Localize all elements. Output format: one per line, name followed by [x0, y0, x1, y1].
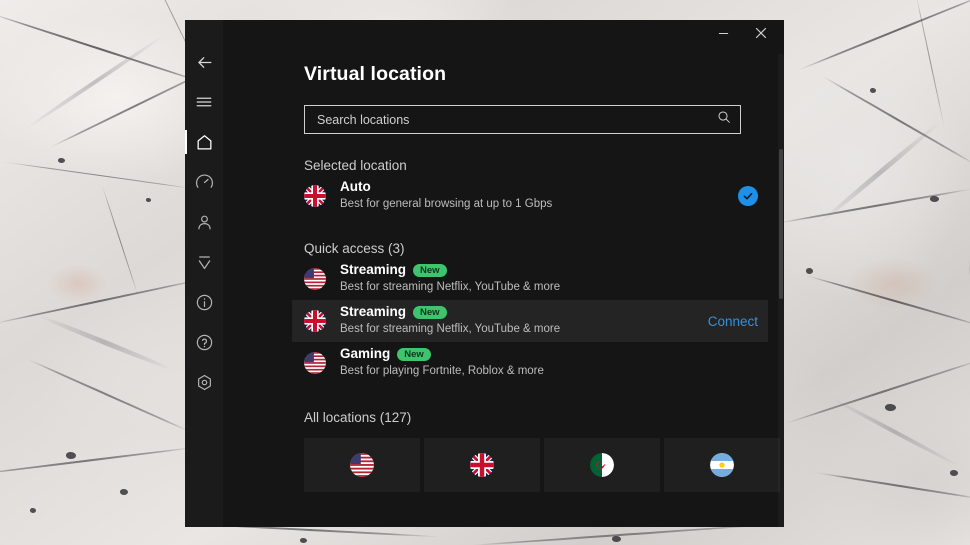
quick-access-subtitle-3: Best for playing Fortnite, Roblox & more — [340, 365, 544, 378]
search-locations-field[interactable] — [304, 105, 741, 134]
sidebar-item-account[interactable] — [185, 202, 223, 242]
quick-access-title-2: Streaming — [340, 304, 407, 320]
selected-location-subtitle: Best for general browsing at up to 1 Gbp… — [340, 198, 553, 211]
all-locations-label: All locations (127) — [304, 410, 412, 425]
page-title: Virtual location — [304, 63, 447, 85]
new-badge: New — [397, 348, 431, 362]
selected-location-title-line: Auto — [340, 179, 738, 196]
sidebar-item-collapse[interactable] — [185, 242, 223, 282]
argentina-flag-icon — [710, 453, 734, 477]
quick-access-title-line-1: Streaming New — [340, 262, 758, 279]
quick-access-subtitle-2: Best for streaming Netflix, YouTube & mo… — [340, 323, 561, 336]
quick-access-label: Quick access (3) — [304, 241, 405, 256]
us-flag-icon — [304, 352, 326, 374]
sidebar-item-home[interactable] — [185, 122, 223, 162]
sidebar-item-back[interactable] — [185, 42, 223, 82]
question-circle-icon — [195, 333, 214, 352]
hamburger-icon — [195, 93, 213, 111]
connect-button[interactable]: Connect — [700, 314, 758, 329]
quick-access-title-1: Streaming — [340, 262, 407, 278]
search-input[interactable] — [317, 112, 717, 127]
uk-flag-icon — [304, 310, 326, 332]
marble-speck — [950, 470, 958, 476]
scrollbar-thumb[interactable] — [779, 149, 783, 299]
uk-flag-icon — [470, 453, 494, 477]
home-icon — [195, 133, 214, 152]
quick-access-row-1[interactable]: Streaming New Best for streaming Netflix… — [292, 258, 768, 300]
marble-speck — [806, 268, 813, 274]
marble-speck — [930, 196, 939, 202]
marble-speck — [66, 452, 76, 459]
gear-hex-icon — [195, 373, 214, 392]
new-badge: New — [413, 264, 447, 278]
location-tile-argentina[interactable] — [664, 438, 780, 492]
location-tile-algeria[interactable] — [544, 438, 660, 492]
quick-access-title-line-3: Gaming New — [340, 346, 758, 363]
sidebar-item-speed[interactable] — [185, 162, 223, 202]
us-flag-icon — [304, 268, 326, 290]
selected-check-icon[interactable] — [738, 186, 758, 206]
back-arrow-icon — [195, 53, 214, 72]
content-area: Virtual location Selected location — [223, 20, 784, 527]
us-flag-icon — [350, 453, 374, 477]
marble-speck — [885, 404, 896, 411]
selected-location-title: Auto — [340, 179, 371, 195]
location-tile-uk[interactable] — [424, 438, 540, 492]
person-icon — [195, 213, 214, 232]
selected-location-row[interactable]: Auto Best for general browsing at up to … — [292, 175, 768, 217]
main-pane: Virtual location Selected location — [223, 20, 784, 527]
quick-access-text-3: Gaming New Best for playing Fortnite, Ro… — [340, 346, 758, 379]
marble-speck — [146, 198, 151, 202]
quick-access-subtitle-1: Best for streaming Netflix, YouTube & mo… — [340, 281, 561, 294]
all-locations-grid — [304, 438, 780, 492]
sidebar-item-menu[interactable] — [185, 82, 223, 122]
vertical-scrollbar[interactable] — [778, 54, 784, 527]
uk-flag-icon — [304, 185, 326, 207]
location-tile-us[interactable] — [304, 438, 420, 492]
vpn-app-window: Virtual location Selected location — [185, 20, 784, 527]
search-icon[interactable] — [717, 110, 731, 129]
chevron-up-bar-icon — [195, 253, 214, 272]
quick-access-row-2[interactable]: Streaming New Best for streaming Netflix… — [292, 300, 768, 342]
marble-speck — [30, 508, 36, 513]
quick-access-row-3[interactable]: Gaming New Best for playing Fortnite, Ro… — [292, 342, 768, 384]
sidebar-item-info[interactable] — [185, 282, 223, 322]
sidebar-item-settings[interactable] — [185, 362, 223, 402]
desktop: Virtual location Selected location — [0, 0, 970, 545]
marble-speck — [58, 158, 65, 163]
quick-access-text-2: Streaming New Best for streaming Netflix… — [340, 304, 700, 337]
algeria-flag-icon — [590, 453, 614, 477]
quick-access-title-3: Gaming — [340, 346, 391, 362]
marble-speck — [870, 88, 876, 93]
quick-access-text-1: Streaming New Best for streaming Netflix… — [340, 262, 758, 295]
new-badge: New — [413, 306, 447, 320]
info-circle-icon — [195, 293, 214, 312]
marble-speck — [300, 538, 307, 543]
sidebar-nav — [185, 20, 223, 527]
marble-speck — [120, 489, 128, 495]
speedometer-icon — [195, 173, 214, 192]
marble-speck — [612, 536, 621, 542]
selected-location-label: Selected location — [304, 158, 407, 173]
selected-location-text: Auto Best for general browsing at up to … — [340, 179, 738, 212]
sidebar-item-help[interactable] — [185, 322, 223, 362]
quick-access-title-line-2: Streaming New — [340, 304, 700, 321]
